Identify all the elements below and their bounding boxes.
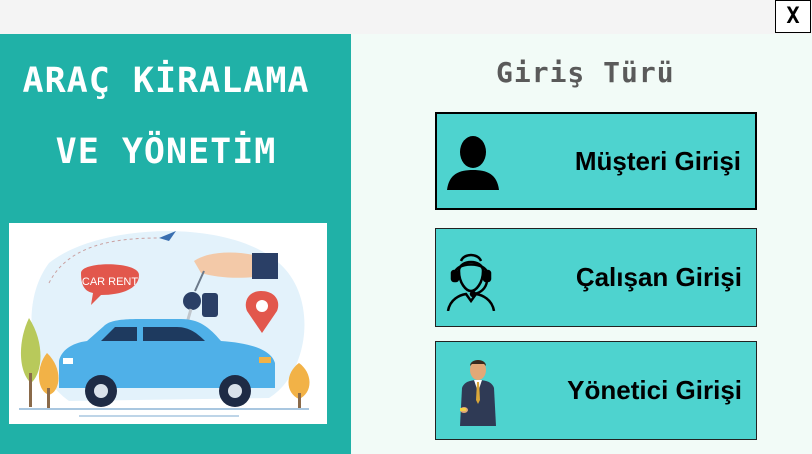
user-icon (445, 134, 501, 195)
employee-login-button[interactable]: Çalışan Girişi (435, 228, 757, 327)
customer-login-label: Müşteri Girişi (574, 145, 741, 176)
app-title: ARAÇ KİRALAMA VE YÖNETİM (22, 61, 310, 172)
employee-login-label: Çalışan Girişi (575, 262, 742, 292)
admin-login-label: Yönetici Girişi (567, 375, 742, 405)
car-rent-label: CAR RENT (82, 276, 139, 288)
close-button[interactable]: X (775, 0, 811, 33)
car-rental-illustration: CAR RENT (9, 223, 327, 424)
customer-login-button[interactable]: Müşteri Girişi (435, 112, 757, 210)
admin-login-button[interactable]: Yönetici Girişi (435, 341, 757, 440)
businessman-icon (454, 358, 502, 431)
headset-agent-icon (444, 249, 498, 316)
login-type-heading: Giriş Türü (496, 56, 675, 89)
title-bar (0, 0, 812, 34)
